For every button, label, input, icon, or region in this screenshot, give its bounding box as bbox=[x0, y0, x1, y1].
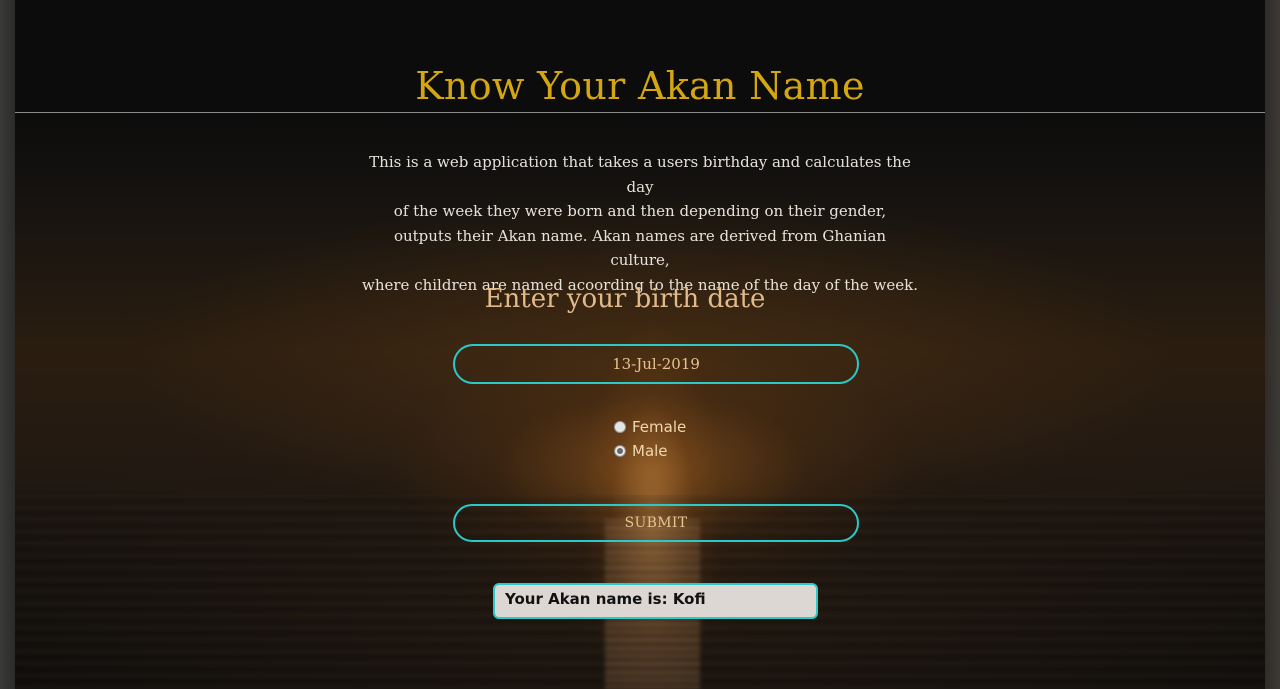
male-radio-button[interactable] bbox=[614, 445, 626, 457]
page-background: Know Your Akan Name This is a web applic… bbox=[15, 0, 1265, 689]
gender-option-female[interactable]: Female bbox=[614, 418, 686, 436]
result-output: Your Akan name is: Kofi bbox=[493, 583, 818, 619]
header: Know Your Akan Name bbox=[15, 0, 1265, 113]
description-line: of the week they were born and then depe… bbox=[393, 202, 887, 220]
app-description: This is a web application that takes a u… bbox=[362, 150, 918, 297]
male-label: Male bbox=[632, 442, 668, 460]
gender-option-male[interactable]: Male bbox=[614, 442, 668, 460]
female-radio-button[interactable] bbox=[614, 421, 626, 433]
form-heading: Enter your birth date bbox=[484, 284, 766, 314]
description-line: This is a web application that takes a u… bbox=[369, 153, 911, 196]
page-title: Know Your Akan Name bbox=[415, 64, 865, 108]
birth-date-input[interactable]: 13-Jul-2019 bbox=[453, 344, 859, 384]
female-label: Female bbox=[632, 418, 687, 436]
browser-viewport: Know Your Akan Name This is a web applic… bbox=[0, 0, 1280, 689]
description-line: outputs their Akan name. Akan names are … bbox=[393, 226, 887, 270]
submit-button[interactable]: SUBMIT bbox=[453, 504, 859, 542]
